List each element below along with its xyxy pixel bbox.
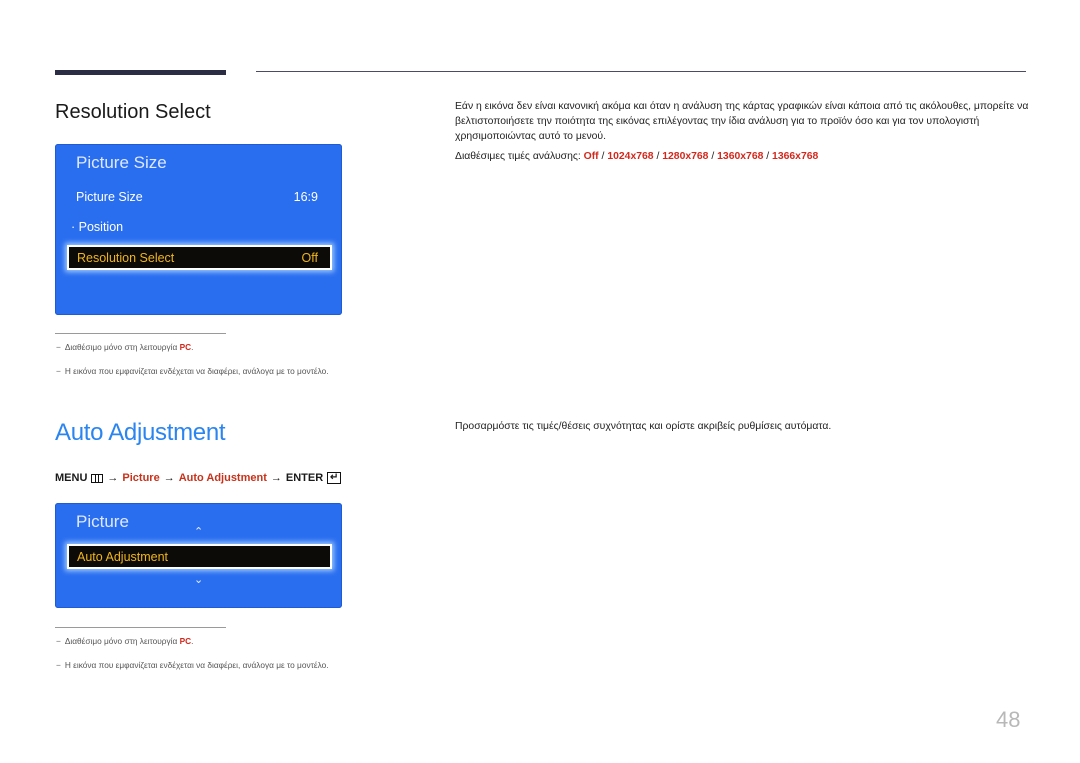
arrow-icon: → [163,472,175,484]
header-rule-thin [256,71,1026,72]
note-image-may-differ: − Η εικόνα που εμφανίζεται ενδέχεται να δ… [56,366,329,376]
header-rule-thick [55,70,226,75]
osd-row-position[interactable]: · Position [71,220,318,234]
value-1366x768: 1366x768 [772,151,819,162]
osd-selected-resolution-select[interactable]: Resolution Select Off [67,245,332,270]
note-text: Η εικόνα που εμφανίζεται ενδέχεται να δι… [64,660,329,670]
osd-selected-label: Resolution Select [77,250,175,265]
note-pc-only: − Διαθέσιμο μόνο στη λειτουργία PC. [56,636,193,646]
osd-selected-auto-adjustment[interactable]: Auto Adjustment [67,544,332,569]
value-1280x768: 1280x768 [662,151,709,162]
note-text: Η εικόνα που εμφανίζεται ενδέχεται να δι… [64,366,329,376]
osd-title: Picture Size [76,153,167,172]
arrow-icon: → [270,472,282,484]
chevron-down-icon[interactable]: ⌄ [194,575,203,586]
note-highlight: PC [179,342,192,352]
osd-title: Picture [76,512,129,531]
note-suffix: . [191,342,194,352]
auto-adjustment-heading: Auto Adjustment [55,419,226,446]
note-suffix: . [191,636,194,646]
menu-path-auto-adjustment: Auto Adjustment [178,472,267,484]
note-dash: − [56,636,61,646]
picture-size-osd-menu: Picture Size Picture Size 16:9 · Positio… [55,144,342,315]
menu-path-picture: Picture [122,472,160,484]
osd-selected-value: Off [301,250,318,265]
menu-icon [91,473,104,483]
picture-osd-menu: Picture ⌃ Auto Adjustment ⌄ [55,503,342,608]
values-label: Διαθέσιμες τιμές ανάλυσης: [455,151,584,162]
arrow-icon: → [107,472,119,484]
note-pc-only: − Διαθέσιμο μόνο στη λειτουργία PC. [56,342,193,352]
osd-row-label: Picture Size [76,190,143,204]
note-text: Διαθέσιμο μόνο στη λειτουργία [64,342,180,352]
note-image-may-differ: − Η εικόνα που εμφανίζεται ενδέχεται να δ… [56,660,329,670]
note-dash: − [56,660,61,670]
osd-row-label: · Position [71,220,124,234]
separator: / [653,151,663,162]
osd-row-value: 16:9 [293,190,318,204]
osd-selected-label: Auto Adjustment [77,549,169,564]
separator: / [708,151,718,162]
auto-adjustment-description: Προσαρμόστε τις τιμές/θέσεις συχνότητας … [455,421,832,432]
resolution-select-heading: Resolution Select [55,101,211,123]
enter-icon: ↵ [327,472,342,484]
notes-divider [55,627,226,628]
menu-label: MENU [55,472,88,484]
value-1360x768: 1360x768 [717,151,764,162]
note-text: Διαθέσιμο μόνο στη λειτουργία [64,636,180,646]
page-number: 48 [996,707,1021,732]
resolution-values-line: Διαθέσιμες τιμές ανάλυσης: Off / 1024x76… [455,149,818,164]
value-off: Off [583,151,599,162]
value-1024x768: 1024x768 [607,151,654,162]
resolution-description: Εάν η εικόνα δεν είναι κανονική ακόμα κα… [455,101,1029,142]
separator: / [763,151,773,162]
note-dash: − [56,342,61,352]
notes-divider [55,333,226,334]
osd-row-picture-size[interactable]: Picture Size 16:9 [76,190,318,204]
note-dash: − [56,366,61,376]
note-highlight: PC [179,636,192,646]
menu-path: MENU → Picture → Auto Adjustment → ENTER… [55,472,342,484]
enter-label: ENTER [285,472,324,484]
chevron-up-icon[interactable]: ⌃ [194,527,203,538]
